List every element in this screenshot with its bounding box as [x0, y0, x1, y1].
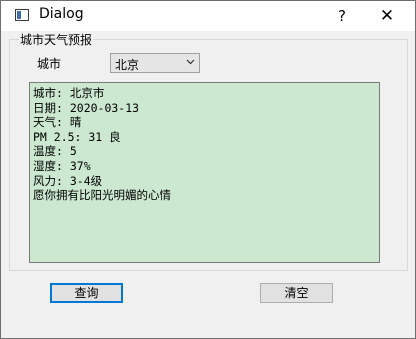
- report-line-weather: 天气: 晴: [33, 115, 82, 130]
- query-button[interactable]: 查询: [50, 283, 123, 303]
- report-line-temperature: 温度: 5: [33, 144, 77, 159]
- report-line-wind: 风力: 3-4级: [33, 173, 103, 188]
- report-line-greeting: 愿你拥有比阳光明媚的心情: [33, 188, 171, 203]
- weather-report-text[interactable]: 城市: 北京市 日期: 2020-03-13 天气: 晴 PM 2.5: 31 …: [29, 82, 380, 263]
- window-icon: [15, 9, 29, 21]
- window-title: Dialog: [39, 6, 84, 22]
- help-button[interactable]: ?: [328, 1, 356, 31]
- title-bar: Dialog ? ✕: [1, 1, 415, 31]
- close-button[interactable]: ✕: [373, 1, 401, 31]
- report-line-city: 城市: 北京市: [33, 86, 105, 100]
- groupbox-title: 城市天气预报: [19, 31, 94, 48]
- chevron-down-icon: [186, 59, 195, 65]
- city-combobox[interactable]: 北京: [110, 53, 200, 73]
- city-combobox-value: 北京: [115, 58, 140, 72]
- report-line-humidity: 湿度: 37%: [33, 158, 91, 173]
- clear-button[interactable]: 清空: [260, 283, 333, 303]
- city-label: 城市: [37, 57, 62, 71]
- report-line-pm25: PM 2.5: 31 良: [33, 129, 121, 144]
- dialog-window: Dialog ? ✕ 城市天气预报 城市 北京 城市: 北京市 日期: 2020…: [0, 0, 416, 339]
- report-line-date: 日期: 2020-03-13: [33, 100, 140, 115]
